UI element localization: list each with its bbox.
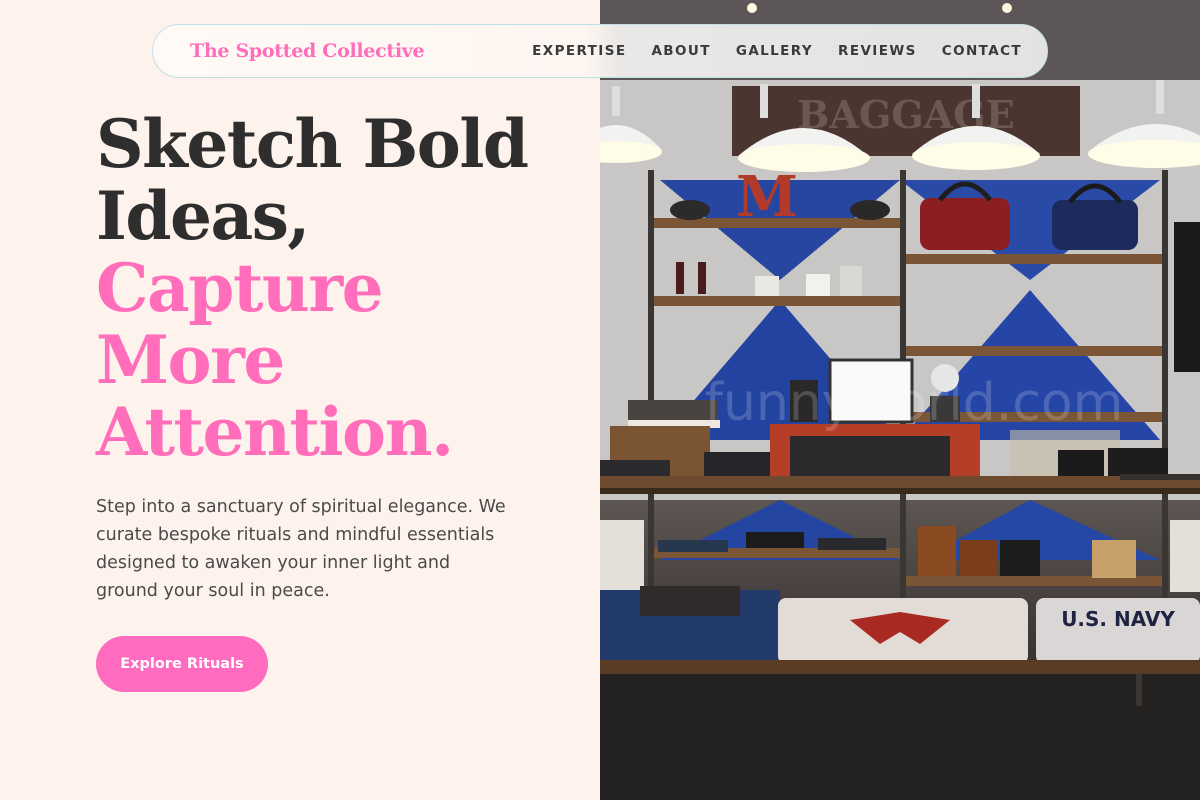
hero-description: Step into a sanctuary of spiritual elega… bbox=[96, 497, 506, 601]
navy-shirt-text: U.S. NAVY bbox=[1061, 607, 1175, 631]
explore-rituals-button[interactable]: Explore Rituals bbox=[96, 636, 268, 692]
nav-link-contact[interactable]: CONTACT bbox=[942, 43, 1022, 59]
hero-title-line: Sketch Bold bbox=[96, 105, 529, 183]
hero-left-panel: Sketch Bold Ideas, Capture More Attentio… bbox=[0, 0, 600, 800]
hero-title-accent-line: Capture bbox=[96, 249, 384, 327]
nav-link-about[interactable]: ABOUT bbox=[651, 43, 710, 59]
nav-links: EXPERTISE ABOUT GALLERY REVIEWS CONTACT bbox=[532, 43, 1022, 59]
nav-link-reviews[interactable]: REVIEWS bbox=[838, 43, 917, 59]
top-navbar: The Spotted Collective EXPERTISE ABOUT G… bbox=[152, 24, 1048, 78]
hero-title: Sketch Bold Ideas, Capture More Attentio… bbox=[96, 108, 576, 468]
nav-link-expertise[interactable]: EXPERTISE bbox=[532, 43, 626, 59]
store-logo-letter: M bbox=[736, 164, 798, 230]
photo-watermark: funnyworld.com bbox=[705, 373, 1124, 433]
store-interior-photo: BAGGAGE M U.S. NAVY funnyworld.com bbox=[600, 0, 1200, 800]
store-interior-illustration: BAGGAGE M U.S. NAVY funnyworld.com bbox=[600, 0, 1200, 800]
nav-link-gallery[interactable]: GALLERY bbox=[736, 43, 813, 59]
brand-logo[interactable]: The Spotted Collective bbox=[190, 40, 425, 62]
hero-title-accent-line: More bbox=[96, 321, 285, 399]
hero-title-accent-line: Attention. bbox=[96, 393, 454, 471]
hero-title-line: Ideas, bbox=[96, 177, 310, 255]
